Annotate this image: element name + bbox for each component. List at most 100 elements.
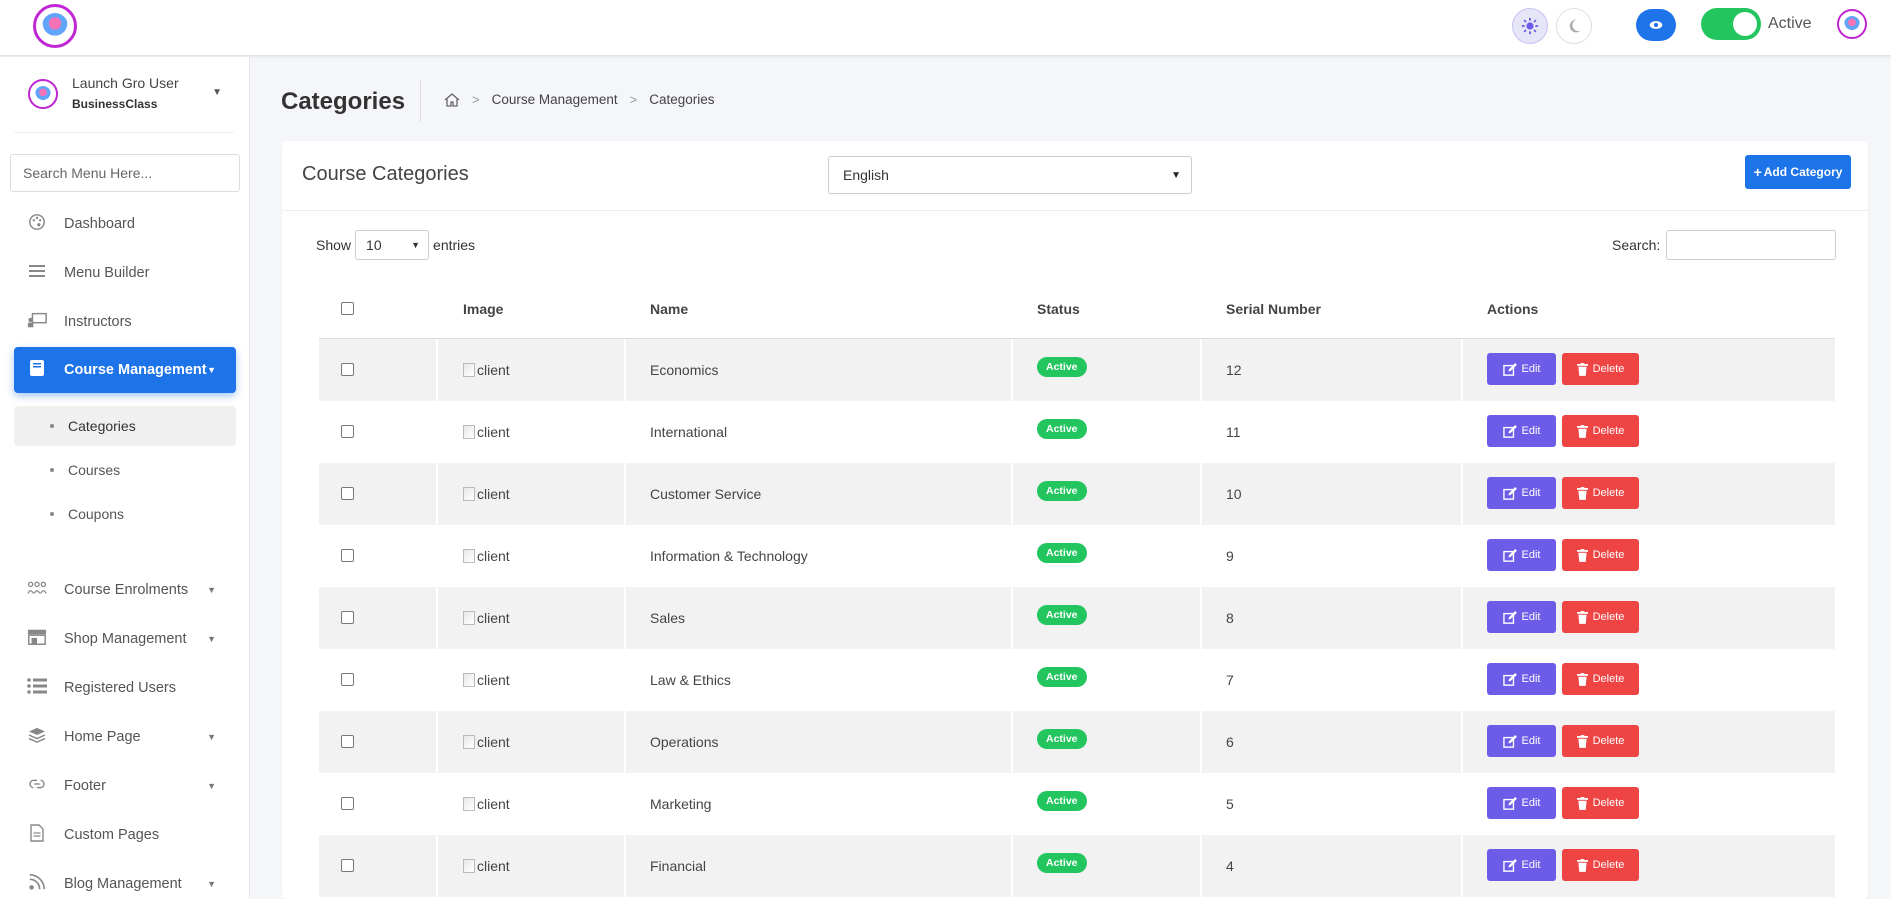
chevron-down-icon: ▼ (411, 240, 421, 250)
serial-number: 7 (1226, 672, 1234, 688)
delete-button[interactable]: Delete (1562, 663, 1639, 695)
plus-icon: + (1753, 164, 1762, 180)
logo[interactable] (33, 4, 77, 48)
column-divider (1461, 587, 1463, 649)
search-input[interactable] (1666, 230, 1837, 260)
language-select[interactable]: English ▼ (828, 156, 1192, 194)
edit-button[interactable]: Edit (1487, 353, 1556, 385)
sidebar-subitem-coupons[interactable]: Coupons (14, 494, 236, 534)
delete-button[interactable]: Delete (1562, 415, 1639, 447)
select-all-checkbox[interactable] (341, 302, 354, 315)
user-name: Launch Gro User (72, 75, 179, 91)
table-header: Image Name Status Serial Number Actions (319, 279, 1835, 339)
sidebar-item-footer[interactable]: Footer ▼ (14, 763, 236, 809)
user-class: BusinessClass (72, 97, 158, 111)
breadcrumb: > Course Management > Categories (444, 92, 715, 107)
broken-image-icon (463, 735, 475, 749)
sidebar-subitem-label: Coupons (68, 506, 125, 522)
delete-button[interactable]: Delete (1562, 601, 1639, 633)
user-box[interactable]: Launch Gro User BusinessClass ▼ (14, 73, 234, 133)
row-checkbox[interactable] (341, 859, 354, 872)
edit-button[interactable]: Edit (1487, 415, 1556, 447)
sidebar-item-course-management[interactable]: Course Management ▼ (14, 347, 236, 393)
sidebar-item-home-page[interactable]: Home Page ▼ (14, 714, 236, 760)
serial-number: 6 (1226, 734, 1234, 750)
delete-button[interactable]: Delete (1562, 353, 1639, 385)
sun-icon[interactable] (1512, 8, 1548, 44)
sidebar-item-shop-management[interactable]: Shop Management ▼ (14, 616, 236, 662)
edit-button[interactable]: Edit (1487, 725, 1556, 757)
column-header-image[interactable]: Image (463, 301, 503, 317)
row-checkbox[interactable] (341, 735, 354, 748)
home-icon[interactable] (444, 92, 460, 107)
row-checkbox[interactable] (341, 549, 354, 562)
edit-button[interactable]: Edit (1487, 477, 1556, 509)
category-image: client (463, 672, 510, 688)
caret-down-icon: ▼ (207, 365, 216, 375)
sidebar-subitem-categories[interactable]: Categories (14, 406, 236, 446)
delete-button[interactable]: Delete (1562, 539, 1639, 571)
table-row: client Economics Active 12 Edit Delete (319, 339, 1835, 401)
add-category-button[interactable]: + Add Category (1745, 155, 1851, 189)
edit-button[interactable]: Edit (1487, 663, 1556, 695)
edit-button[interactable]: Edit (1487, 539, 1556, 571)
column-divider (1200, 339, 1202, 401)
broken-image-icon (463, 673, 475, 687)
delete-button[interactable]: Delete (1562, 477, 1639, 509)
status-toggle[interactable] (1701, 8, 1761, 40)
serial-number: 12 (1226, 362, 1242, 378)
sidebar-item-label: Menu Builder (64, 265, 150, 281)
category-name: Law & Ethics (650, 672, 731, 688)
column-header-serial[interactable]: Serial Number (1226, 301, 1321, 317)
row-checkbox[interactable] (341, 673, 354, 686)
entries-select[interactable]: 10 ▼ (355, 230, 430, 260)
sidebar-subitem-courses[interactable]: Courses (14, 450, 236, 490)
serial-number: 4 (1226, 858, 1234, 874)
row-checkbox[interactable] (341, 363, 354, 376)
delete-button[interactable]: Delete (1562, 849, 1639, 881)
caret-down-icon[interactable]: ▼ (212, 87, 222, 98)
row-checkbox[interactable] (341, 425, 354, 438)
category-image: client (463, 610, 510, 626)
column-header-name[interactable]: Name (650, 301, 688, 317)
image-alt-text: client (477, 672, 510, 688)
trash-icon (1576, 672, 1593, 686)
category-image: client (463, 858, 510, 874)
delete-button[interactable]: Delete (1562, 787, 1639, 819)
edit-button[interactable]: Edit (1487, 849, 1556, 881)
column-divider (624, 401, 626, 463)
sidebar-item-menu-builder[interactable]: Menu Builder (14, 250, 236, 296)
edit-button[interactable]: Edit (1487, 601, 1556, 633)
delete-label: Delete (1592, 425, 1625, 437)
row-checkbox[interactable] (341, 487, 354, 500)
breadcrumb-item[interactable]: Course Management (492, 92, 618, 107)
sidebar-item-instructors[interactable]: Instructors (14, 299, 236, 345)
delete-label: Delete (1592, 797, 1625, 809)
row-checkbox[interactable] (341, 611, 354, 624)
language-select-value: English (843, 167, 889, 183)
image-alt-text: client (477, 610, 510, 626)
column-divider (1011, 587, 1013, 649)
categories-table: Image Name Status Serial Number Actions … (319, 279, 1835, 897)
edit-button[interactable]: Edit (1487, 787, 1556, 819)
column-divider (624, 711, 626, 773)
sidebar-item-registered-users[interactable]: Registered Users (14, 665, 236, 711)
row-checkbox[interactable] (341, 797, 354, 810)
delete-button[interactable]: Delete (1562, 725, 1639, 757)
moon-icon[interactable] (1556, 8, 1592, 44)
eye-icon[interactable] (1636, 9, 1676, 41)
status-badge: Active (1037, 729, 1087, 749)
column-divider (624, 339, 626, 401)
status-badge: Active (1037, 543, 1087, 563)
trash-icon (1576, 424, 1593, 438)
column-header-actions: Actions (1487, 301, 1539, 317)
sidebar-item-blog-management[interactable]: Blog Management ▼ (14, 861, 236, 899)
column-header-status[interactable]: Status (1037, 301, 1080, 317)
sidebar-subitem-label: Categories (68, 418, 136, 434)
sidebar-item-custom-pages[interactable]: Custom Pages (14, 812, 236, 858)
sidebar-item-dashboard[interactable]: Dashboard (14, 201, 236, 247)
column-divider (624, 587, 626, 649)
sidebar-item-course-enrolments[interactable]: Course Enrolments ▼ (14, 567, 236, 613)
avatar[interactable] (1837, 9, 1867, 39)
menu-search-input[interactable] (10, 154, 240, 192)
